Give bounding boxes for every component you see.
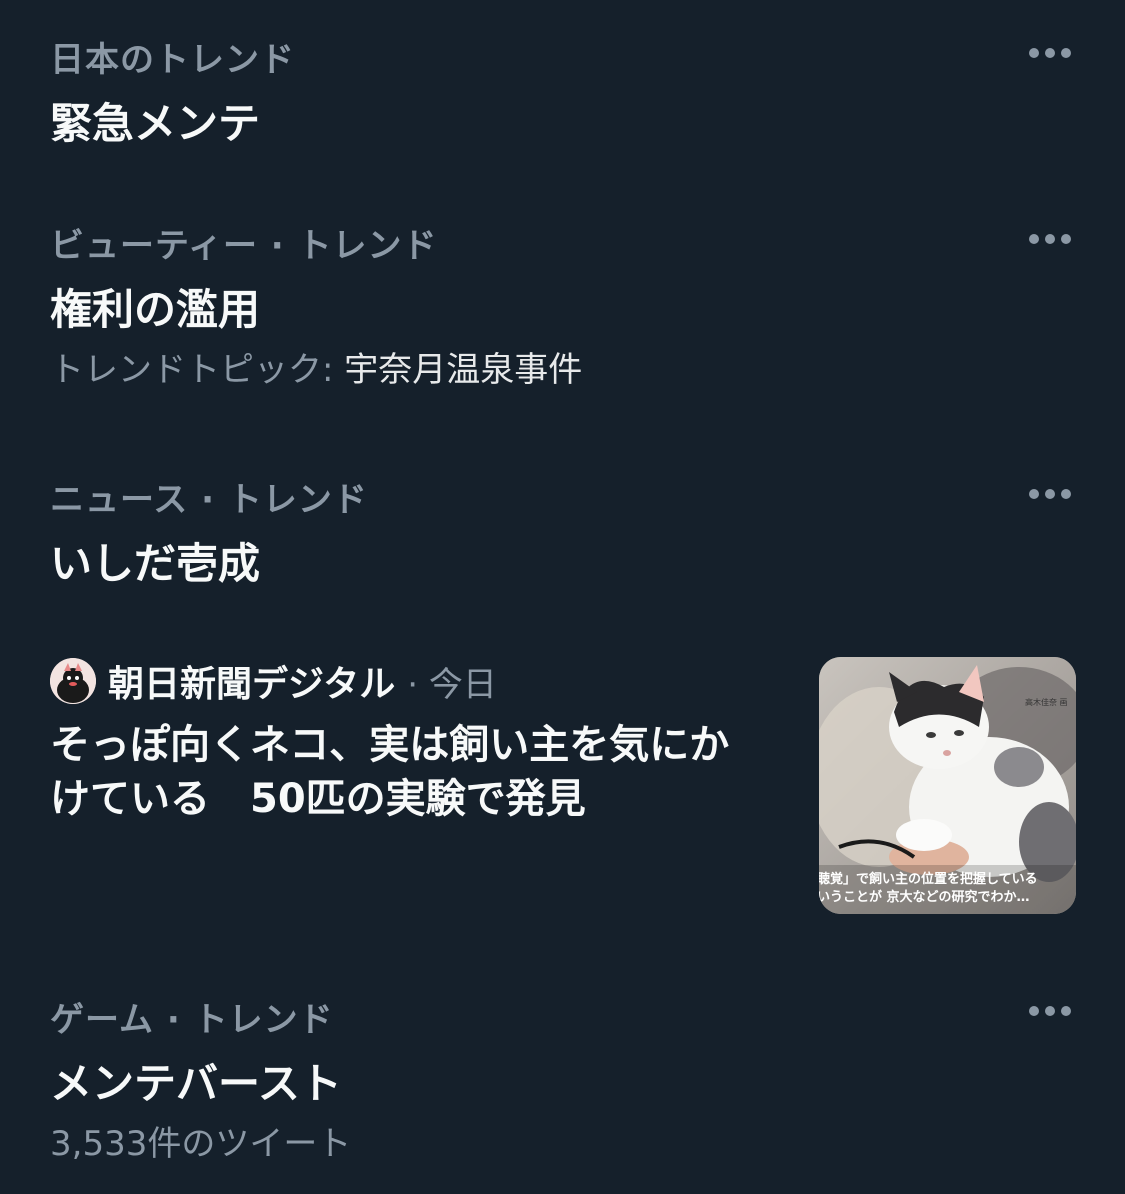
more-options-button[interactable] — [1029, 47, 1071, 59]
news-source[interactable]: 朝日新聞デジタル — [108, 655, 395, 707]
trend-subtitle-prefix: トレンドトピック: — [50, 350, 345, 390]
more-horizontal-icon — [1029, 234, 1039, 244]
more-options-button[interactable] — [1029, 488, 1071, 500]
news-headline: そっぽ向くネコ、実は飼い主を気にか けている 50匹の実験で発見 — [50, 718, 790, 826]
more-horizontal-icon — [1029, 48, 1039, 58]
trend-context: ビューティー · トレンド — [50, 226, 438, 266]
trend-item[interactable]: 日本のトレンド 緊急メンテ — [0, 0, 1125, 180]
trend-title: いしだ壱成 — [50, 539, 261, 588]
more-options-button[interactable] — [1029, 233, 1071, 245]
thumbnail-tag: 高木佳奈 画 — [1025, 697, 1068, 707]
thumbnail-caption-line: いうことが 京大などの研究でわか… — [819, 889, 1030, 905]
trend-item[interactable]: ゲーム · トレンド メンテバースト 3,533件のツイート — [0, 960, 1125, 1194]
news-header: 朝日新聞デジタル · 今日 — [50, 657, 497, 705]
trends-page: 日本のトレンド 緊急メンテ ビューティー · トレンド 権利の濫用 トレンドトピ… — [0, 0, 1125, 1194]
more-horizontal-icon — [1029, 489, 1039, 499]
thumbnail-caption-line: 聴覚」で飼い主の位置を把握している — [819, 871, 1038, 887]
headline-line: けている 50匹の実験で発見 — [50, 776, 586, 822]
headline-line: そっぽ向くネコ、実は飼い主を気にか — [50, 722, 730, 768]
trend-title: 緊急メンテ — [50, 99, 261, 148]
news-timestamp: · 今日 — [407, 664, 497, 705]
trend-item[interactable]: ビューティー · トレンド 権利の濫用 トレンドトピック: 宇奈月温泉事件 — [0, 180, 1125, 430]
trend-topic-link[interactable]: 宇奈月温泉事件 — [344, 350, 582, 390]
trend-context: ニュース · トレンド — [50, 480, 368, 520]
trend-title: 権利の濫用 — [50, 285, 261, 334]
trend-context: ゲーム · トレンド — [50, 1000, 334, 1040]
more-options-button[interactable] — [1029, 1005, 1071, 1017]
trend-item[interactable]: ニュース · トレンド いしだ壱成 — [0, 430, 1125, 620]
more-horizontal-icon — [1029, 1006, 1039, 1016]
asahi-avatar — [50, 658, 96, 704]
trend-title: メンテバースト — [50, 1059, 342, 1108]
cat-photo: 聴覚」で飼い主の位置を把握している いうことが 京大などの研究でわか… 高木佳奈… — [819, 657, 1076, 914]
trend-subtitle: トレンドトピック: 宇奈月温泉事件 — [50, 342, 582, 391]
trend-tweet-count: 3,533件のツイート — [50, 1124, 352, 1164]
news-thumbnail[interactable]: 聴覚」で飼い主の位置を把握している いうことが 京大などの研究でわか… 高木佳奈… — [819, 657, 1076, 914]
trend-context: 日本のトレンド — [50, 40, 295, 80]
